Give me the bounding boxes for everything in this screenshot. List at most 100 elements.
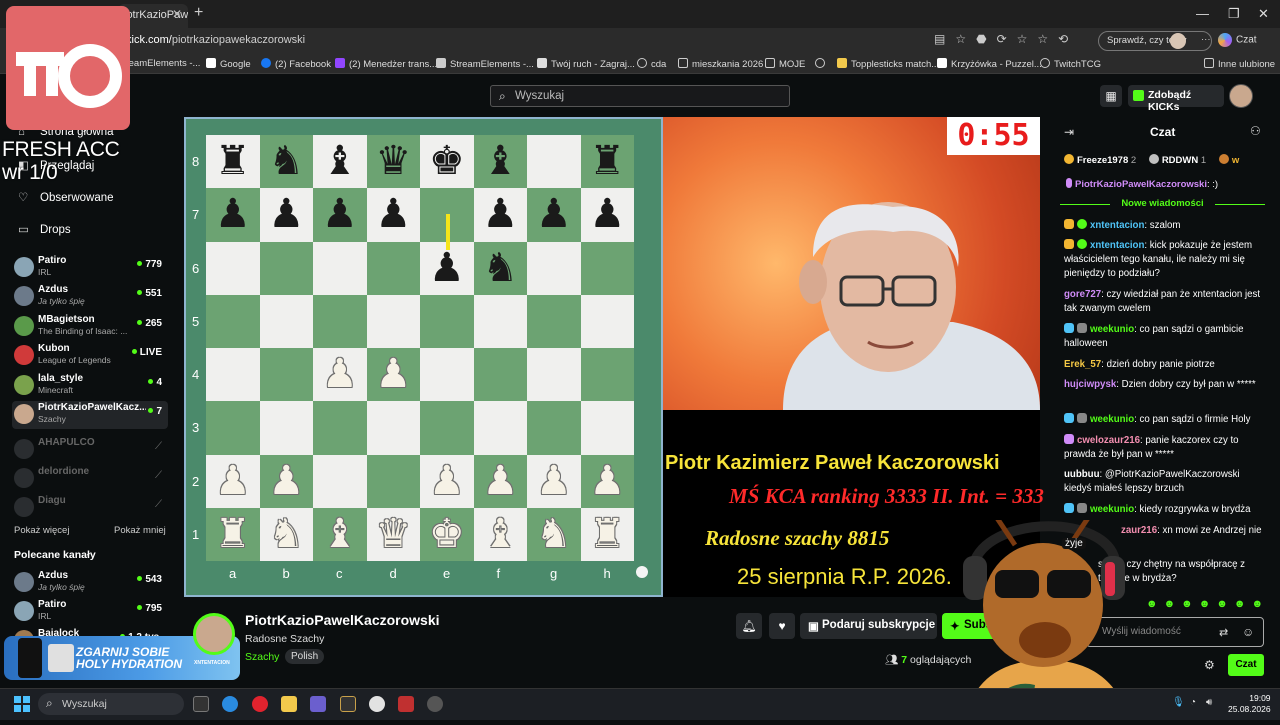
board-square-c2[interactable] — [313, 454, 367, 508]
task-view-icon[interactable] — [193, 696, 209, 712]
taskbar-search-input[interactable] — [38, 693, 184, 715]
bookmark-item[interactable]: Twój ruch - Zagraj... — [537, 58, 635, 70]
black-pawn-icon[interactable]: ♟ — [367, 188, 421, 241]
board-square-g6[interactable] — [527, 241, 581, 295]
address-bar-icons[interactable]: ▤☆⬣⟳☆☆⟲ — [934, 32, 1078, 46]
black-bishop-icon[interactable]: ♝ — [313, 135, 367, 188]
black-rook-icon[interactable]: ♜ — [581, 135, 635, 188]
opera-icon[interactable] — [252, 696, 268, 712]
white-bishop-icon[interactable]: ♝ — [474, 508, 528, 561]
leaderboard-entry[interactable]: Freeze1978 2 — [1064, 154, 1146, 166]
board-square-c3[interactable] — [313, 401, 367, 455]
white-rook-icon[interactable]: ♜ — [206, 508, 260, 561]
white-pawn-icon[interactable]: ♟ — [260, 455, 314, 508]
white-pawn-icon[interactable]: ♟ — [581, 455, 635, 508]
user-avatar[interactable] — [1229, 84, 1253, 108]
windows-start-icon[interactable] — [14, 696, 30, 712]
board-square-f5[interactable] — [473, 294, 527, 348]
followed-channel[interactable]: MBagietson The Binding of Isaac: ... 265 — [12, 313, 168, 341]
white-rook-icon[interactable]: ♜ — [581, 508, 635, 561]
show-less-link[interactable]: Pokaż mniej — [114, 525, 166, 536]
obs-icon[interactable] — [427, 696, 443, 712]
board-square-g5[interactable] — [527, 294, 581, 348]
white-bishop-icon[interactable]: ♝ — [313, 508, 367, 561]
board-square-e4[interactable] — [420, 348, 474, 402]
bookmark-item[interactable]: cda — [637, 58, 666, 70]
offline-channel[interactable]: Diagu ⟋ — [12, 494, 168, 522]
bookmark-item[interactable]: (2) Menedżer trans... — [335, 58, 437, 70]
bookmark-item[interactable]: Krzyżówka - Puzzel... — [937, 58, 1042, 70]
black-king-icon[interactable]: ♚ — [420, 135, 474, 188]
bookmark-folder[interactable]: MOJE — [765, 58, 805, 70]
followed-channel[interactable]: Kubon League of Legends LIVE — [12, 342, 168, 370]
black-pawn-icon[interactable]: ♟ — [313, 188, 367, 241]
board-square-g3[interactable] — [527, 401, 581, 455]
chrome-icon[interactable] — [369, 696, 385, 712]
board-square-b4[interactable] — [259, 348, 313, 402]
gift-subscription-button[interactable]: ▣ Podaruj subskrypcje — [800, 613, 937, 639]
followed-channel[interactable]: lala_style Minecraft 4 — [12, 372, 168, 400]
white-king-icon[interactable]: ♚ — [420, 508, 474, 561]
leaderboard-entry[interactable]: RDDWN 1 — [1148, 154, 1216, 166]
white-queen-icon[interactable]: ♛ — [367, 508, 421, 561]
teams-icon[interactable] — [310, 696, 326, 712]
black-queen-icon[interactable]: ♛ — [367, 135, 421, 188]
board-square-h5[interactable] — [580, 294, 634, 348]
black-bishop-icon[interactable]: ♝ — [474, 135, 528, 188]
black-pawn-icon[interactable]: ♟ — [474, 188, 528, 241]
close-window-icon[interactable]: ✕ — [1258, 6, 1269, 22]
leaderboard-entry[interactable]: w — [1218, 154, 1239, 166]
board-square-b6[interactable] — [259, 241, 313, 295]
game-app-icon[interactable] — [340, 696, 356, 712]
white-knight-icon[interactable]: ♞ — [527, 508, 581, 561]
black-pawn-icon[interactable]: ♟ — [260, 188, 314, 241]
stream-category[interactable]: Szachy — [245, 651, 279, 663]
file-explorer-icon[interactable] — [281, 696, 297, 712]
new-tab-icon[interactable]: + — [194, 4, 203, 22]
board-square-d2[interactable] — [366, 454, 420, 508]
board-square-a6[interactable] — [206, 241, 260, 295]
system-clock[interactable]: 19:09 25.08.2026 — [1228, 693, 1271, 715]
collapse-chat-icon[interactable]: ⇥ — [1064, 125, 1074, 139]
network-icon[interactable]: ◔ — [1190, 697, 1196, 708]
maximize-icon[interactable]: ❐ — [1228, 6, 1240, 22]
white-pawn-icon[interactable]: ♟ — [313, 348, 367, 401]
board-square-c5[interactable] — [313, 294, 367, 348]
board-square-d3[interactable] — [366, 401, 420, 455]
translate-icon[interactable]: ⇄ — [1219, 626, 1228, 639]
board-square-e5[interactable] — [420, 294, 474, 348]
get-kicks-button[interactable]: Zdobądź KICKs — [1128, 85, 1224, 113]
board-square-a3[interactable] — [206, 401, 260, 455]
board-square-c6[interactable] — [313, 241, 367, 295]
board-square-h6[interactable] — [580, 241, 634, 295]
black-knight-icon[interactable]: ♞ — [260, 135, 314, 188]
board-square-d6[interactable] — [366, 241, 420, 295]
volume-icon[interactable]: 🔊︎ — [1206, 697, 1212, 708]
copilot-chat-button[interactable]: Czat — [1218, 33, 1257, 47]
board-square-a5[interactable] — [206, 294, 260, 348]
minimize-icon[interactable]: — — [1196, 6, 1209, 21]
address-bar[interactable]: kick.com/piotrkaziopawekaczorowski ▤☆⬣⟳☆… — [0, 28, 1280, 54]
search-input[interactable]: ⌕ Wyszukaj — [490, 85, 790, 107]
show-more-link[interactable]: Pokaż więcej — [14, 525, 69, 536]
board-square-h4[interactable] — [580, 348, 634, 402]
nav-following[interactable]: ♡ Obserwowane — [18, 190, 114, 204]
bookmark-item[interactable]: (2) Facebook — [261, 58, 331, 70]
emoji-icon[interactable]: ☺ — [1242, 625, 1254, 639]
black-pawn-icon[interactable]: ♟ — [206, 188, 260, 241]
bookmark-folder[interactable]: Topplesticks match... — [837, 58, 939, 70]
white-pawn-icon[interactable]: ♟ — [367, 348, 421, 401]
more-menu-icon[interactable]: ··· — [1201, 34, 1211, 45]
profile-avatar-icon[interactable] — [1170, 33, 1186, 49]
emote-bar[interactable]: ☻☻☻☻☻☻☻ — [1146, 598, 1269, 610]
board-square-f4[interactable] — [473, 348, 527, 402]
url-text[interactable]: kick.com/piotrkaziopawekaczorowski — [126, 34, 305, 46]
board-square-h3[interactable] — [580, 401, 634, 455]
edge-browser-icon[interactable] — [222, 696, 238, 712]
app-icon[interactable] — [398, 696, 414, 712]
tab-close-icon[interactable]: ✕ — [172, 7, 182, 21]
bookmark-item[interactable]: StreamElements -... — [436, 58, 534, 70]
board-square-e3[interactable] — [420, 401, 474, 455]
bookmark-folder[interactable]: Inne ulubione — [1204, 58, 1275, 70]
white-pawn-icon[interactable]: ♟ — [474, 455, 528, 508]
